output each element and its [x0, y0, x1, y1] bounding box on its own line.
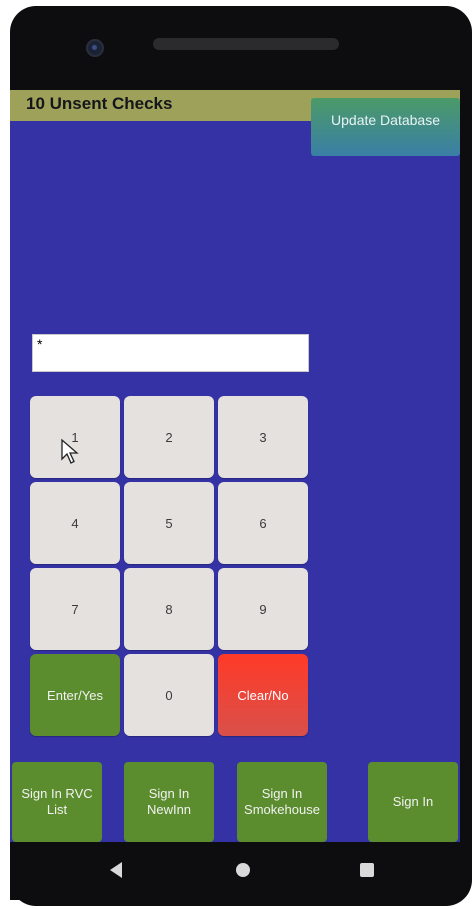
key-0[interactable]: 0 [124, 654, 214, 736]
sign-in-smokehouse-button[interactable]: Sign In Smokehouse [237, 762, 327, 842]
recent-apps-square-icon[interactable] [360, 863, 374, 877]
sign-in-rvc-list-button[interactable]: Sign In RVC List [12, 762, 102, 842]
key-4[interactable]: 4 [30, 482, 120, 564]
enter-yes-button[interactable]: Enter/Yes [30, 654, 120, 736]
sign-in-newinn-line1: Sign In [148, 786, 190, 801]
sign-in-newinn-line2: NewInn [146, 802, 192, 817]
speaker-grille [153, 38, 339, 50]
sign-in-newinn-button[interactable]: Sign In NewInn [124, 762, 214, 842]
sign-in-smokehouse-line1: Sign In [261, 786, 303, 801]
key-8[interactable]: 8 [124, 568, 214, 650]
unsent-checks-label: 10 Unsent Checks [26, 94, 173, 113]
android-nav-bar [10, 842, 460, 900]
pin-input[interactable]: * [32, 334, 309, 372]
back-triangle-icon[interactable] [110, 862, 122, 878]
sign-in-button[interactable]: Sign In [368, 762, 458, 842]
mouse-pointer-icon [61, 438, 79, 464]
key-3[interactable]: 3 [218, 396, 308, 478]
clear-no-button[interactable]: Clear/No [218, 654, 308, 736]
key-9[interactable]: 9 [218, 568, 308, 650]
app-screen: 10 Unsent Checks Update Database * 1 2 3… [10, 90, 460, 842]
key-6[interactable]: 6 [218, 482, 308, 564]
key-2[interactable]: 2 [124, 396, 214, 478]
sign-in-rvc-list-line2: List [46, 802, 68, 817]
sign-in-smokehouse-line2: Smokehouse [244, 802, 320, 817]
update-database-button[interactable]: Update Database [311, 98, 460, 156]
home-circle-icon[interactable] [236, 863, 250, 877]
sign-in-rvc-list-line1: Sign In RVC [21, 786, 93, 801]
key-7[interactable]: 7 [30, 568, 120, 650]
camera-icon [86, 39, 104, 57]
key-5[interactable]: 5 [124, 482, 214, 564]
